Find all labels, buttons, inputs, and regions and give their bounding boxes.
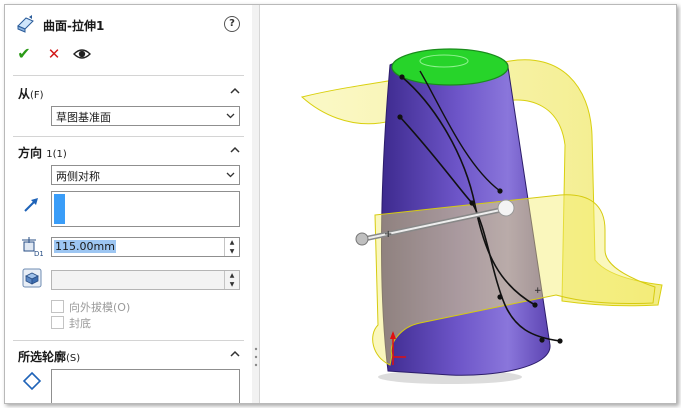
chevron-up-icon[interactable] — [230, 349, 240, 359]
model-view[interactable]: + + — [260, 5, 676, 403]
end-condition-value: 两侧对称 — [56, 170, 100, 183]
direction1-label: 方向 — [18, 146, 43, 160]
sketch-point[interactable] — [469, 200, 475, 206]
help-icon[interactable]: ? — [224, 16, 240, 32]
sketch-point[interactable] — [397, 114, 403, 120]
sketch-point[interactable] — [532, 302, 538, 308]
sketch-point[interactable] — [539, 337, 545, 343]
property-manager-panel: 曲面-拉伸1 ? ✔ ✕ 从(F) 草图基准面 方向 1(1) 两侧对称 D1 … — [5, 5, 253, 403]
sketch-point[interactable] — [497, 188, 503, 194]
separator — [13, 340, 244, 341]
chevron-up-icon[interactable] — [230, 145, 240, 155]
svg-text:D1: D1 — [34, 250, 43, 257]
direction-reference-list[interactable] — [51, 191, 240, 227]
depth-input-value: 115.00mm — [54, 240, 116, 253]
chevron-up-icon[interactable] — [230, 86, 240, 96]
extrude-surface-icon — [17, 15, 34, 33]
sketch-point[interactable] — [557, 338, 563, 344]
cap-end-label: 封底 — [69, 317, 91, 330]
crosshair-icon: + — [384, 229, 392, 240]
dropdown-arrow-icon — [226, 172, 235, 178]
panel-splitter[interactable] — [252, 5, 260, 403]
draft-angle-spinner[interactable]: ▲ ▼ — [224, 271, 239, 289]
crosshair-icon: + — [534, 286, 542, 296]
panel-title: 曲面-拉伸1 — [43, 19, 105, 33]
direction1-section-title: 方向 1(1) — [18, 144, 67, 161]
draft-angle-input[interactable]: ▲ ▼ — [51, 270, 240, 290]
from-section-title: 从(F) — [18, 85, 44, 102]
window-frame: 曲面-拉伸1 ? ✔ ✕ 从(F) 草图基准面 方向 1(1) 两侧对称 D1 … — [4, 4, 677, 404]
eye-preview-icon[interactable] — [73, 45, 91, 63]
depth-input[interactable]: 115.00mm ▲ ▼ — [51, 237, 240, 257]
sketch-point[interactable] — [399, 74, 405, 80]
direction-arrow-icon[interactable] — [21, 195, 43, 215]
selected-contours-key: (S) — [66, 353, 81, 364]
graphics-viewport[interactable]: + + — [260, 5, 676, 403]
splitter-grip-icon[interactable] — [253, 345, 259, 369]
from-label: 从 — [18, 87, 31, 101]
selected-contours-list[interactable] — [51, 369, 240, 403]
draft-outward-box — [51, 300, 64, 313]
contour-icon — [22, 371, 42, 391]
ok-icon[interactable]: ✔ — [15, 45, 33, 63]
sketch-point[interactable] — [497, 294, 503, 300]
from-select[interactable]: 草图基准面 — [51, 106, 240, 126]
direction1-section-header[interactable]: 方向 1(1) — [15, 142, 244, 160]
draft-outward-label: 向外拔模(O) — [69, 301, 131, 314]
from-select-value: 草图基准面 — [56, 111, 111, 124]
draft-icon[interactable] — [21, 268, 43, 288]
selected-contours-label: 所选轮廓 — [18, 350, 67, 364]
selection-indicator — [54, 194, 65, 224]
panel-header: 曲面-拉伸1 ? — [13, 13, 244, 35]
cap-end-box — [51, 316, 64, 329]
end-condition-select[interactable]: 两侧对称 — [51, 165, 240, 185]
depth-handle-knob[interactable] — [497, 199, 515, 217]
depth-spinner[interactable]: ▲ ▼ — [224, 238, 239, 256]
dropdown-arrow-icon — [226, 113, 235, 119]
depth-icon: D1 — [22, 237, 43, 257]
from-key: (F) — [30, 90, 44, 101]
direction1-key: 1(1) — [46, 149, 67, 160]
selected-contours-section-header[interactable]: 所选轮廓(S) — [15, 346, 244, 364]
selected-contours-section-title: 所选轮廓(S) — [18, 348, 80, 365]
separator — [13, 136, 244, 137]
depth-handle-start[interactable] — [355, 232, 369, 246]
from-section-header[interactable]: 从(F) — [15, 83, 244, 101]
separator — [13, 75, 244, 76]
cancel-icon[interactable]: ✕ — [45, 45, 63, 63]
